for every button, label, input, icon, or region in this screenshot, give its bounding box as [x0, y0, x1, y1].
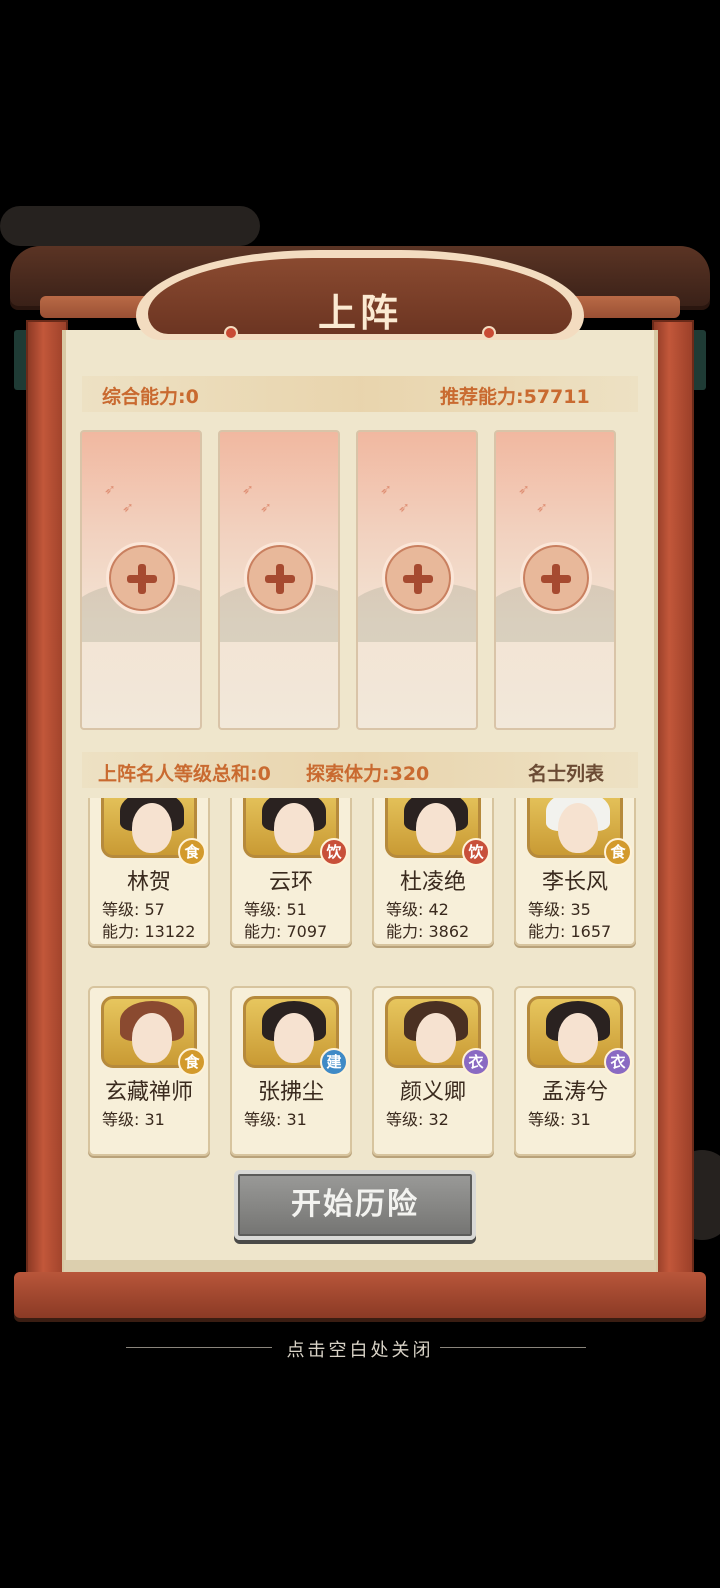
hero-power: 能力: 13122	[102, 922, 196, 941]
lineup-slot-4[interactable]: ➶ ➶	[494, 430, 616, 730]
hero-name: 李长风	[541, 870, 608, 895]
bird-decoration: ➶	[398, 500, 410, 516]
hero-level: 等级: 57	[102, 900, 165, 919]
hero-name: 林贺	[126, 870, 171, 895]
face	[558, 803, 598, 853]
frame-pillar-right	[652, 320, 694, 1310]
hero-card[interactable]: 建 张拂尘 等级: 31	[230, 986, 352, 1156]
bird-decoration: ➶	[242, 482, 254, 498]
cloud-decoration-left	[0, 206, 260, 246]
hero-card[interactable]: 食 玄藏禅师 等级: 31	[88, 986, 210, 1156]
hero-level: 等级: 31	[528, 1110, 591, 1129]
face	[416, 1013, 456, 1063]
bird-decoration: ➶	[518, 482, 530, 498]
add-hero-icon[interactable]	[520, 542, 592, 614]
bird-decoration: ➶	[380, 482, 392, 498]
add-hero-icon[interactable]	[244, 542, 316, 614]
add-hero-icon[interactable]	[106, 542, 178, 614]
hero-level: 等级: 31	[102, 1110, 165, 1129]
recommended-power-label: 推荐能力:57711	[440, 386, 590, 408]
category-badge: 饮	[320, 838, 348, 866]
category-badge: 建	[320, 1048, 348, 1076]
hero-power: 能力: 3862	[386, 922, 470, 941]
hero-level: 等级: 42	[386, 900, 449, 919]
hero-name: 张拂尘	[257, 1080, 324, 1105]
category-badge: 衣	[604, 1048, 632, 1076]
hint-divider-right	[440, 1347, 586, 1348]
hero-card[interactable]: 饮 云环 等级: 51 能力: 7097	[230, 798, 352, 946]
hero-list-title: 名士列表	[528, 763, 605, 785]
category-badge: 饮	[462, 838, 490, 866]
lineup-slot-1[interactable]: ➶ ➶	[80, 430, 202, 730]
face	[274, 1013, 314, 1063]
face	[558, 1013, 598, 1063]
hero-name: 杜凌绝	[399, 870, 466, 895]
face	[132, 803, 172, 853]
face	[132, 1013, 172, 1063]
dialog-title: 上阵	[317, 290, 402, 335]
hero-level: 等级: 32	[386, 1110, 449, 1129]
bird-decoration: ➶	[104, 482, 116, 498]
total-power-label: 综合能力:0	[102, 386, 199, 408]
category-badge: 食	[604, 838, 632, 866]
hero-name: 孟涛兮	[541, 1080, 608, 1105]
category-badge: 食	[178, 1048, 206, 1076]
hero-card[interactable]: 食 李长风 等级: 35 能力: 1657	[514, 798, 636, 946]
lineup-slot-2[interactable]: ➶ ➶	[218, 430, 340, 730]
hero-name: 云环	[268, 870, 313, 895]
stamina-label: 探索体力:320	[306, 763, 430, 785]
close-hint[interactable]: 点击空白处关闭	[0, 1336, 720, 1362]
bird-decoration: ➶	[536, 500, 548, 516]
hero-card[interactable]: 衣 颜义卿 等级: 32	[372, 986, 494, 1156]
bird-decoration: ➶	[122, 500, 134, 516]
hero-card[interactable]: 食 林贺 等级: 57 能力: 13122	[88, 798, 210, 946]
bird-decoration: ➶	[260, 500, 272, 516]
face	[274, 803, 314, 853]
hero-level: 等级: 35	[528, 900, 591, 919]
category-badge: 食	[178, 838, 206, 866]
category-badge: 衣	[462, 1048, 490, 1076]
hero-level: 等级: 51	[244, 900, 307, 919]
start-adventure-button[interactable]: 开始历险	[234, 1170, 476, 1240]
hero-name: 颜义卿	[399, 1080, 466, 1105]
face	[416, 803, 456, 853]
level-sum-label: 上阵名人等级总和:0	[98, 763, 271, 785]
frame-base	[14, 1272, 706, 1318]
hero-card[interactable]: 衣 孟涛兮 等级: 31	[514, 986, 636, 1156]
hero-level: 等级: 31	[244, 1110, 307, 1129]
hero-card[interactable]: 饮 杜凌绝 等级: 42 能力: 3862	[372, 798, 494, 946]
hero-power: 能力: 7097	[244, 922, 328, 941]
hero-power: 能力: 1657	[528, 922, 612, 941]
hero-list[interactable]: 食 林贺 等级: 57 能力: 13122 饮 云环 等级: 51 能力: 70…	[82, 798, 638, 1158]
hero-name: 玄藏禅师	[104, 1080, 193, 1105]
lineup-slot-3[interactable]: ➶ ➶	[356, 430, 478, 730]
add-hero-icon[interactable]	[382, 542, 454, 614]
